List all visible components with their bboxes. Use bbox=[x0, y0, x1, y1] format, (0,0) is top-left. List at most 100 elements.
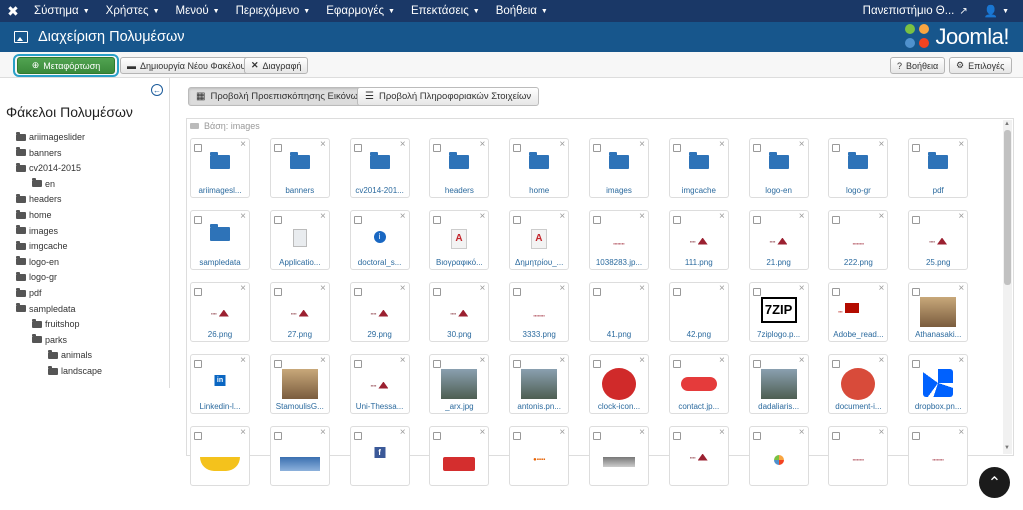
select-checkbox[interactable] bbox=[433, 216, 442, 224]
delete-icon[interactable]: × bbox=[958, 212, 964, 222]
tile-label[interactable]: Adobe_read... bbox=[829, 330, 887, 339]
delete-icon[interactable]: × bbox=[240, 356, 246, 366]
media-tile[interactable]: × Δημητρίου_... bbox=[509, 210, 570, 270]
top-menu-item[interactable]: Επεκτάσεις ▼ bbox=[403, 0, 488, 22]
tile-label[interactable]: doctoral_s... bbox=[351, 258, 409, 267]
media-tile[interactable]: × i doctoral_s... bbox=[349, 210, 410, 270]
tile-label[interactable]: Δημητρίου_... bbox=[510, 258, 568, 267]
folder-tile[interactable]: × sampledata bbox=[190, 210, 250, 270]
delete-icon[interactable]: × bbox=[559, 140, 565, 150]
select-checkbox[interactable] bbox=[433, 144, 442, 152]
help-button[interactable]: ? Βοήθεια bbox=[890, 57, 946, 74]
select-checkbox[interactable] bbox=[433, 432, 442, 440]
tile-label[interactable]: document-i... bbox=[829, 402, 887, 411]
delete-icon[interactable]: × bbox=[400, 284, 406, 294]
delete-icon[interactable]: × bbox=[639, 428, 645, 438]
folder-tile[interactable]: × logo-gr bbox=[828, 138, 889, 198]
select-checkbox[interactable] bbox=[593, 432, 601, 440]
media-tile[interactable]: × ▪▪▪▪ 21.png bbox=[748, 210, 809, 270]
media-tile[interactable]: × contact.jp... bbox=[668, 354, 729, 414]
delete-icon[interactable]: × bbox=[799, 428, 805, 438]
select-checkbox[interactable] bbox=[832, 360, 841, 368]
tile-label[interactable]: 26.png bbox=[191, 330, 249, 339]
tile-label[interactable]: cv2014-201... bbox=[351, 186, 409, 195]
folder-tile[interactable]: × ariimagesl... bbox=[190, 138, 250, 198]
media-tile[interactable]: × ●▪▪▪▪ bbox=[509, 426, 570, 486]
media-tile[interactable]: × 41.png bbox=[589, 282, 649, 342]
select-checkbox[interactable] bbox=[672, 360, 681, 368]
delete-icon[interactable]: × bbox=[480, 212, 486, 222]
select-checkbox[interactable] bbox=[353, 216, 362, 224]
detail-view-button[interactable]: ☰ Προβολή Πληροφοριακών Στοιχείων bbox=[357, 87, 540, 106]
delete-icon[interactable]: × bbox=[799, 140, 805, 150]
media-tile[interactable]: × bbox=[269, 426, 330, 486]
delete-icon[interactable]: × bbox=[879, 284, 885, 294]
folder-tree-item[interactable]: animals bbox=[48, 348, 92, 362]
delete-icon[interactable]: × bbox=[879, 212, 885, 222]
media-tile[interactable]: × _arx.jpg bbox=[429, 354, 490, 414]
select-checkbox[interactable] bbox=[194, 288, 202, 296]
delete-icon[interactable]: × bbox=[879, 356, 885, 366]
delete-icon[interactable]: × bbox=[719, 428, 725, 438]
media-tile[interactable]: × bbox=[589, 426, 649, 486]
delete-icon[interactable]: × bbox=[480, 428, 486, 438]
media-tile[interactable]: × 42.png bbox=[668, 282, 729, 342]
delete-icon[interactable]: × bbox=[958, 140, 964, 150]
folder-tree-item[interactable]: ariimageslider bbox=[16, 130, 85, 144]
folder-tree-item[interactable]: imgcache bbox=[16, 239, 68, 253]
tile-label[interactable]: 25.png bbox=[909, 258, 967, 267]
select-checkbox[interactable] bbox=[353, 432, 362, 440]
delete-icon[interactable]: × bbox=[799, 356, 805, 366]
back-to-top-button[interactable]: ⌃ bbox=[979, 467, 1010, 498]
tile-label[interactable]: Athanasaki... bbox=[909, 330, 967, 339]
select-checkbox[interactable] bbox=[513, 432, 522, 440]
folder-tile[interactable]: × home bbox=[509, 138, 570, 198]
thumbnail-view-button[interactable]: ▦ Προβολή Προεπισκόπησης Εικόνων bbox=[188, 87, 371, 106]
select-checkbox[interactable] bbox=[752, 432, 761, 440]
media-tile[interactable]: × in Linkedin-l... bbox=[190, 354, 250, 414]
folder-tree-item[interactable]: fruitshop bbox=[32, 317, 80, 331]
media-tile[interactable]: × bbox=[748, 426, 809, 486]
tile-label[interactable]: banners bbox=[271, 186, 329, 195]
media-tile[interactable]: × Athanasaki... bbox=[908, 282, 969, 342]
tile-label[interactable]: logo-en bbox=[750, 186, 808, 195]
select-checkbox[interactable] bbox=[273, 144, 282, 152]
media-tile[interactable]: × antonis.pn... bbox=[509, 354, 570, 414]
select-checkbox[interactable] bbox=[273, 216, 282, 224]
delete-icon[interactable]: × bbox=[719, 284, 725, 294]
delete-icon[interactable]: × bbox=[400, 356, 406, 366]
media-tile[interactable]: × Applicatio... bbox=[269, 210, 330, 270]
media-tile[interactable]: × 7ZIP 7ziplogo.p... bbox=[748, 282, 809, 342]
tile-label[interactable]: 42.png bbox=[670, 330, 728, 339]
tile-label[interactable]: 1038283.jp... bbox=[590, 258, 648, 267]
media-tile[interactable]: × bbox=[429, 426, 490, 486]
folder-tile[interactable]: × cv2014-201... bbox=[349, 138, 410, 198]
media-tile[interactable]: × ▪▪▪▪▪▪▪▪ 3333.png bbox=[509, 282, 570, 342]
joomla-menu-icon[interactable]: ✖ bbox=[0, 0, 26, 22]
select-checkbox[interactable] bbox=[672, 216, 681, 224]
select-checkbox[interactable] bbox=[752, 216, 761, 224]
tile-label[interactable]: Linkedin-l... bbox=[191, 402, 249, 411]
media-tile[interactable]: × bbox=[190, 426, 250, 486]
top-menu-item[interactable]: Βοήθεια ▼ bbox=[488, 0, 556, 22]
select-checkbox[interactable] bbox=[353, 144, 362, 152]
media-tile[interactable]: × ▪▪▪▪ 27.png bbox=[269, 282, 330, 342]
tile-label[interactable]: Uni-Thessa... bbox=[351, 402, 409, 411]
media-tile[interactable]: × dadaliaris... bbox=[748, 354, 809, 414]
tile-label[interactable]: StamoulisG... bbox=[271, 402, 329, 411]
user-menu[interactable]: 👤 ▼ bbox=[976, 0, 1023, 22]
media-tile[interactable]: × ▪▪▪▪▪▪▪▪ bbox=[908, 426, 969, 486]
delete-icon[interactable]: × bbox=[400, 212, 406, 222]
delete-icon[interactable]: × bbox=[400, 140, 406, 150]
select-checkbox[interactable] bbox=[912, 360, 921, 368]
media-tile[interactable]: × ▪▪▪▪▪▪▪▪ bbox=[828, 426, 889, 486]
top-menu-item[interactable]: Σύστημα ▼ bbox=[26, 0, 98, 22]
delete-icon[interactable]: × bbox=[480, 140, 486, 150]
delete-icon[interactable]: × bbox=[559, 356, 565, 366]
select-checkbox[interactable] bbox=[353, 288, 362, 296]
delete-icon[interactable]: × bbox=[320, 428, 326, 438]
folder-tree-item[interactable]: cv2014-2015 bbox=[16, 161, 81, 175]
tile-label[interactable]: dropbox.pn... bbox=[909, 402, 967, 411]
select-checkbox[interactable] bbox=[832, 144, 841, 152]
media-tile[interactable]: × ▪▪▪▪ 111.png bbox=[668, 210, 729, 270]
